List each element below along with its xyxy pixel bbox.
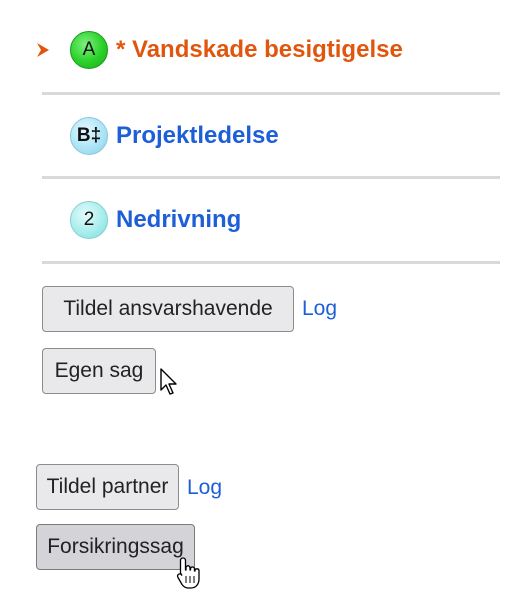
divider xyxy=(42,261,500,264)
hand-pointer-cursor-icon xyxy=(176,557,200,589)
own-case-button[interactable]: Egen sag xyxy=(42,348,156,394)
stage-item-nedrivning[interactable]: 2 Nedrivning xyxy=(42,178,500,262)
assign-responsible-button[interactable]: Tildel ansvarshavende xyxy=(42,286,294,332)
mouse-arrow-cursor-icon xyxy=(160,368,177,395)
stage-badge-a: A xyxy=(70,31,108,69)
required-marker: * xyxy=(116,36,133,63)
insurance-case-button[interactable]: Forsikringssag xyxy=(36,524,195,570)
assign-partner-button[interactable]: Tildel partner xyxy=(36,464,179,510)
current-stage-arrow-icon xyxy=(37,43,49,57)
stage-label-vandskade[interactable]: * Vandskade besigtigelse xyxy=(116,36,403,64)
stage-badge-text: 2 xyxy=(83,209,95,230)
workflow-panel: A * Vandskade besigtigelse B‡ Projektled… xyxy=(0,0,517,602)
stage-badge-text: A xyxy=(82,39,96,60)
stage-item-projektledelse[interactable]: B‡ Projektledelse xyxy=(42,94,500,178)
stage-label-projektledelse[interactable]: Projektledelse xyxy=(116,122,279,150)
partner-log-link[interactable]: Log xyxy=(187,476,222,500)
responsible-log-link[interactable]: Log xyxy=(302,297,337,321)
stage-badge-b: B‡ xyxy=(70,117,108,155)
stage-badge-2: 2 xyxy=(70,201,108,239)
stage-badge-text: B‡ xyxy=(76,125,102,146)
stage-label-text: Vandskade besigtigelse xyxy=(132,36,403,63)
stage-item-vandskade[interactable]: A * Vandskade besigtigelse xyxy=(37,8,500,92)
stage-label-nedrivning[interactable]: Nedrivning xyxy=(116,206,241,234)
